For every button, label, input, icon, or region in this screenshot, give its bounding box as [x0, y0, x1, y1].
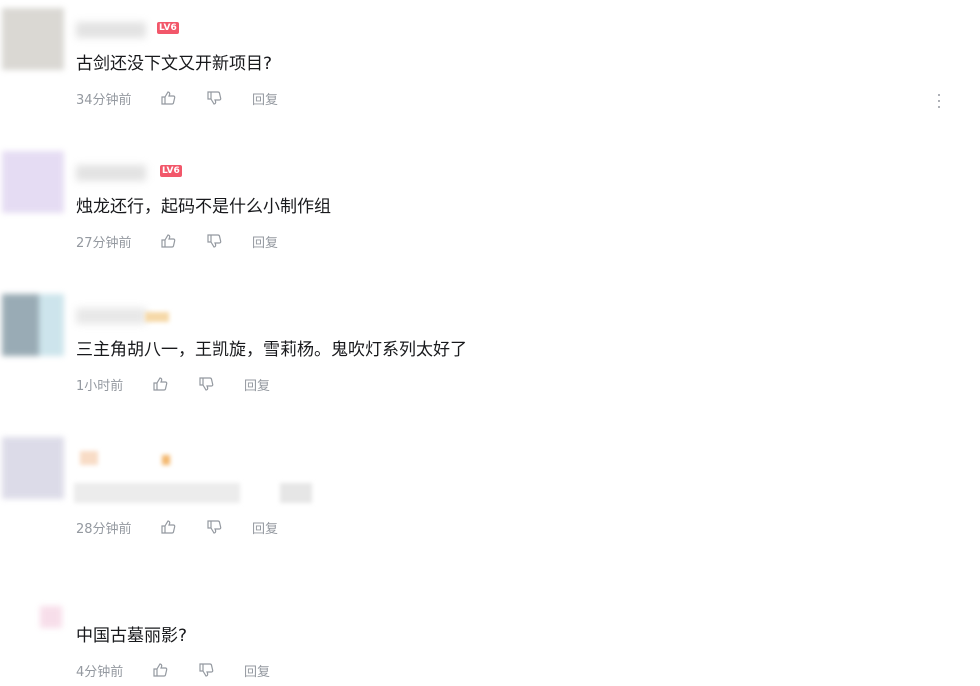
thumbs-down-icon — [199, 377, 214, 391]
comment-meta: 28分钟前 回复 — [76, 517, 278, 537]
comment-text: 三主角胡八一，王凯旋，雪莉杨。鬼吹灯系列太好了 — [76, 340, 467, 360]
comment-meta: 27分钟前 回复 — [76, 231, 278, 251]
thumbs-up-icon — [153, 377, 168, 391]
thumbs-up-icon — [161, 520, 176, 534]
like-button[interactable] — [160, 233, 206, 249]
avatar[interactable] — [2, 151, 64, 213]
level-badge — [162, 455, 170, 465]
comment-text: 古剑还没下文又开新项目? — [76, 54, 273, 74]
like-button[interactable] — [160, 90, 206, 106]
thumbs-down-icon — [199, 663, 214, 677]
dislike-button[interactable] — [206, 233, 252, 249]
dislike-button[interactable] — [206, 90, 252, 106]
like-button[interactable] — [160, 519, 206, 535]
username[interactable] — [76, 308, 146, 324]
reply-button[interactable]: 回复 — [244, 375, 270, 394]
avatar[interactable] — [2, 8, 64, 70]
thumbs-down-icon — [207, 520, 222, 534]
comment-meta: 4分钟前 回复 — [76, 660, 270, 680]
username[interactable] — [76, 165, 146, 181]
reply-button[interactable]: 回复 — [252, 232, 278, 251]
dislike-button[interactable] — [198, 376, 244, 392]
reply-button[interactable]: 回复 — [252, 89, 278, 108]
username[interactable] — [76, 22, 146, 38]
username[interactable] — [80, 451, 98, 465]
like-button[interactable] — [152, 662, 198, 678]
thumbs-down-icon — [207, 91, 222, 105]
level-badge: LV6 — [160, 165, 182, 177]
level-badge — [145, 312, 169, 322]
comment-time: 28分钟前 — [76, 521, 132, 537]
comment-time: 4分钟前 — [76, 664, 124, 680]
avatar[interactable] — [40, 606, 62, 628]
reply-button[interactable]: 回复 — [244, 661, 270, 680]
comment-meta: 34分钟前 回复 — [76, 88, 278, 108]
dislike-button[interactable] — [198, 662, 244, 678]
thumbs-down-icon — [207, 234, 222, 248]
dislike-button[interactable] — [206, 519, 252, 535]
comment-time: 1小时前 — [76, 378, 124, 394]
comment-text: 烛龙还行，起码不是什么小制作组 — [76, 197, 331, 217]
comment-time: 34分钟前 — [76, 92, 132, 108]
thumbs-up-icon — [161, 91, 176, 105]
like-button[interactable] — [152, 376, 198, 392]
comment-meta: 1小时前 回复 — [76, 374, 270, 394]
reply-button[interactable]: 回复 — [252, 518, 278, 537]
comment-time: 27分钟前 — [76, 235, 132, 251]
comment-text-redacted — [280, 483, 312, 503]
thumbs-up-icon — [161, 234, 176, 248]
level-badge: LV6 — [157, 22, 179, 34]
more-vertical-icon[interactable] — [936, 94, 942, 108]
comment-text-redacted — [74, 483, 240, 503]
comment-text: 中国古墓丽影? — [76, 626, 188, 646]
thumbs-up-icon — [153, 663, 168, 677]
avatar[interactable] — [2, 437, 64, 499]
avatar[interactable] — [2, 294, 64, 356]
